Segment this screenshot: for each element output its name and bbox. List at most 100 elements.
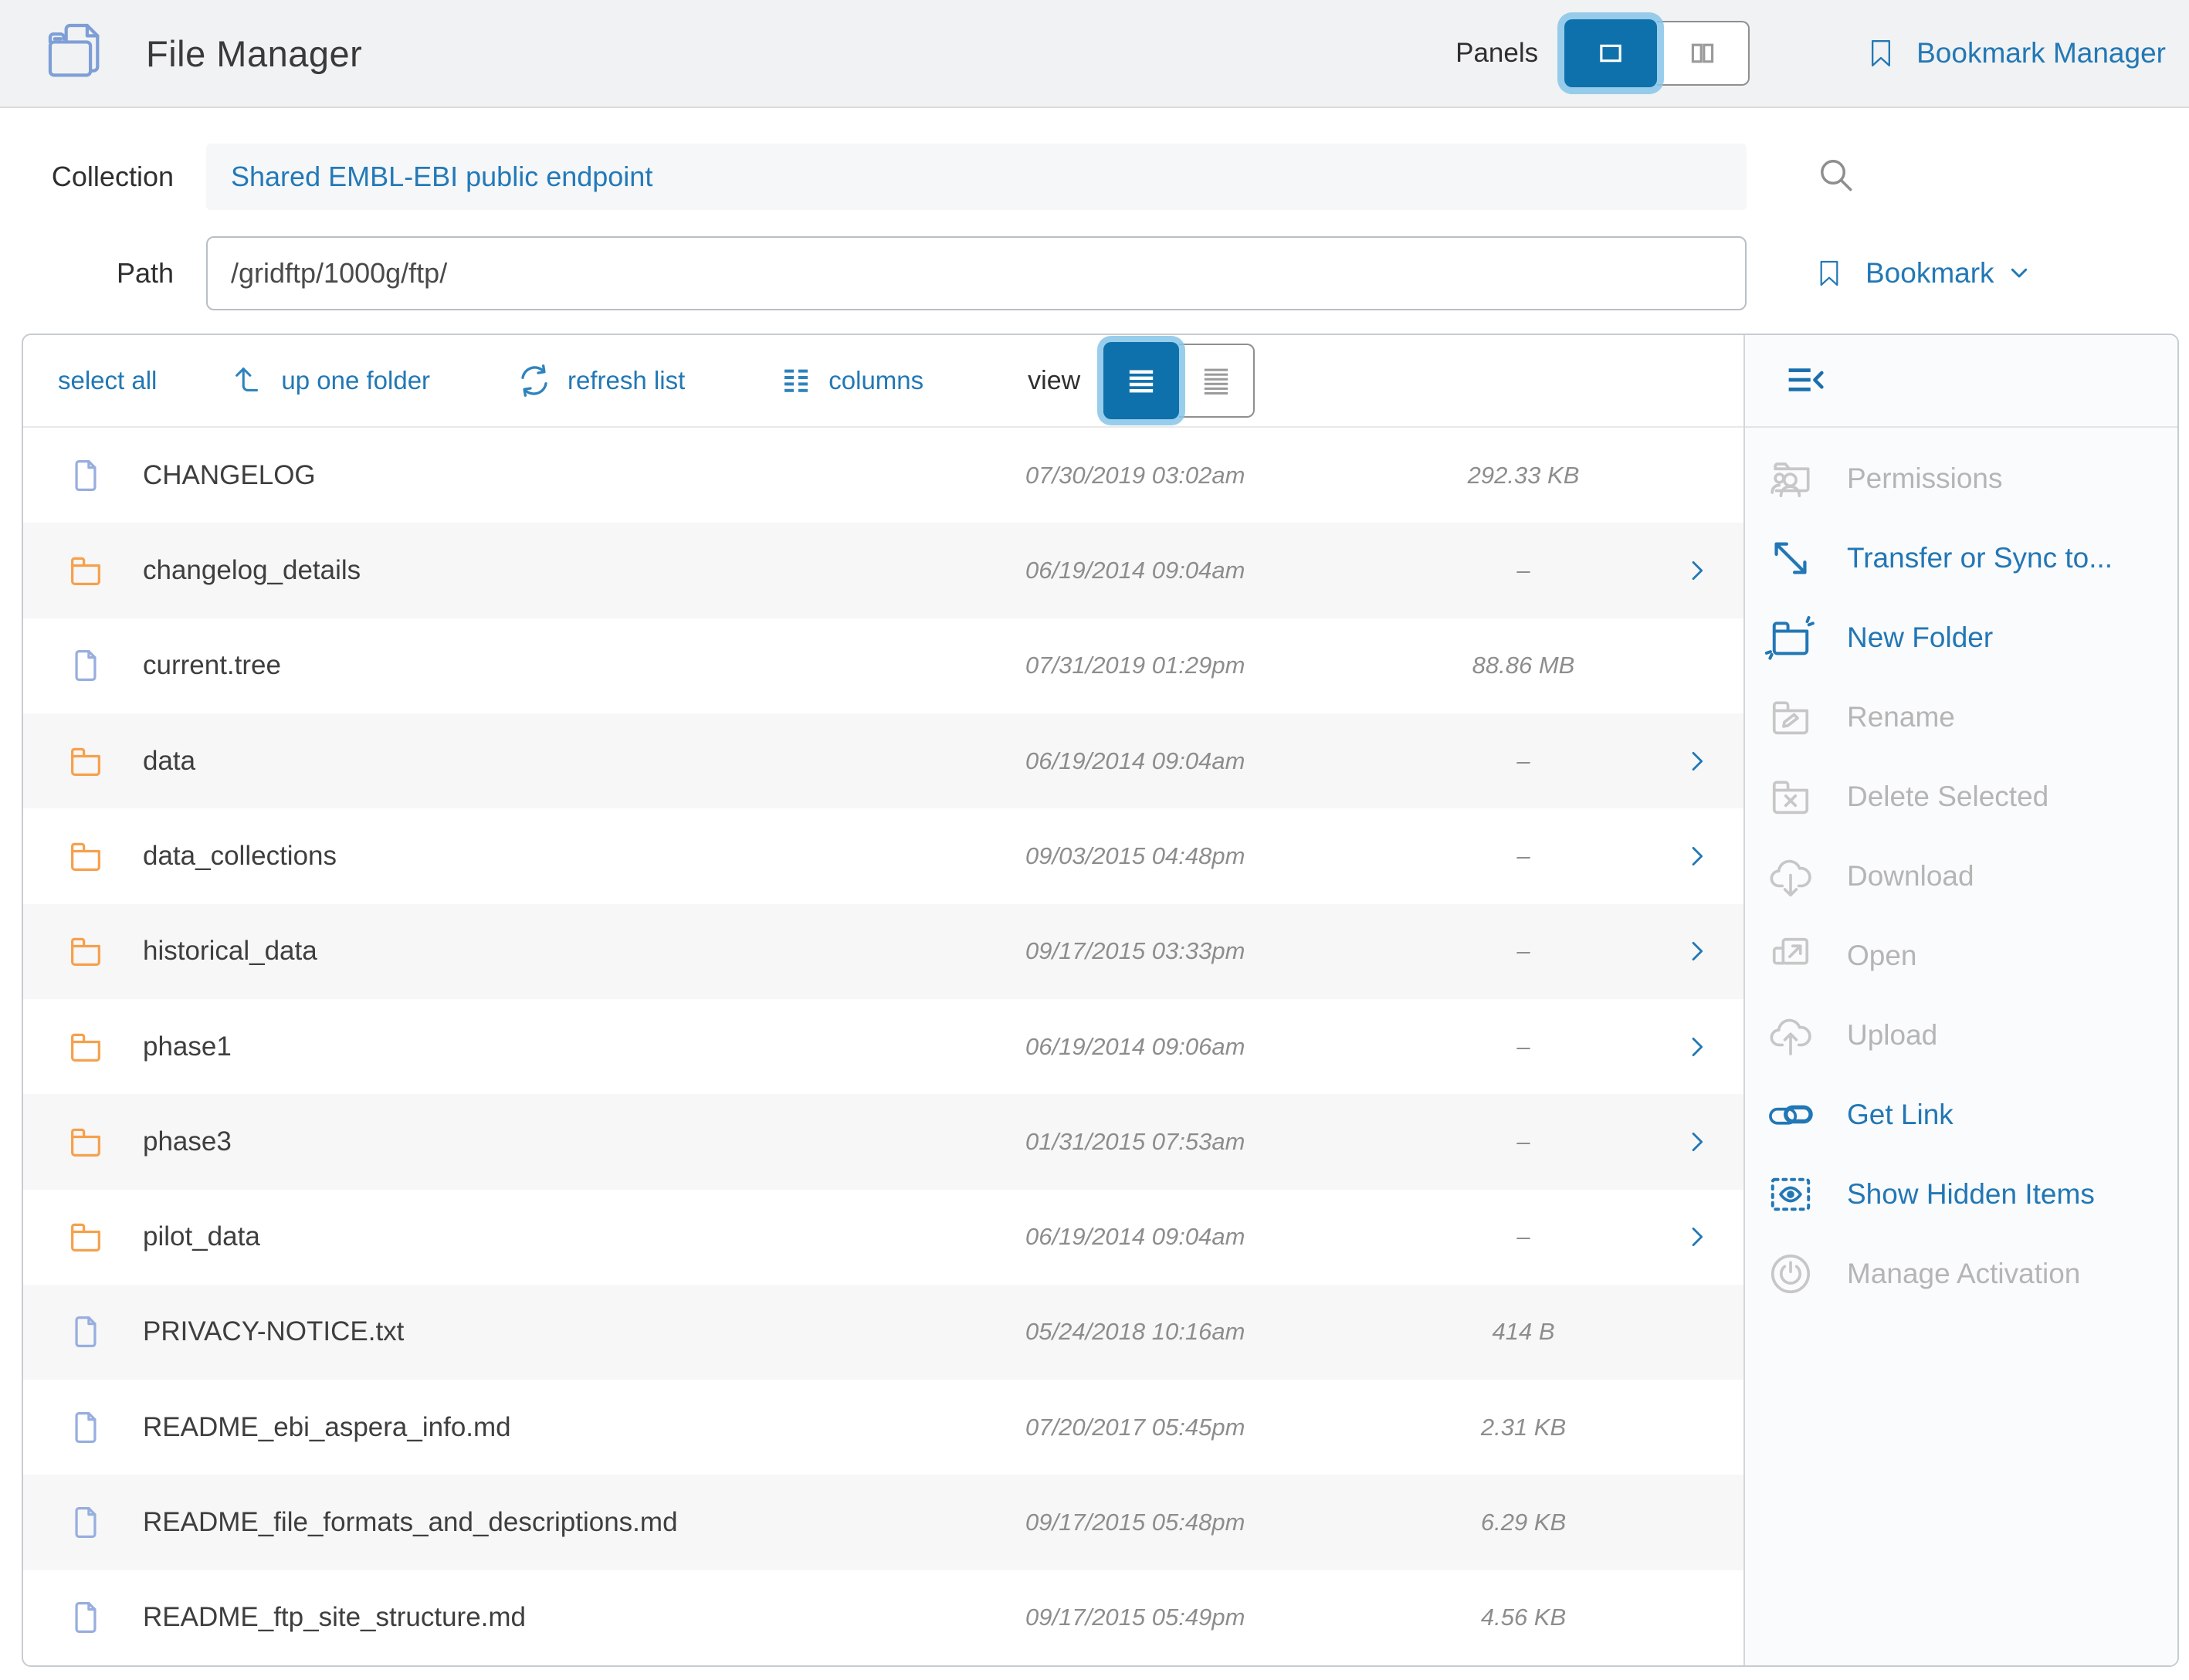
panels-single-button[interactable]: [1564, 19, 1657, 87]
file-row[interactable]: current.tree 07/31/2019 01:29pm 88.86 MB: [23, 618, 1743, 713]
up-one-folder-label: up one folder: [281, 366, 430, 395]
file-size: 292.33 KB: [1396, 462, 1651, 489]
folder-modified: 01/31/2015 07:53am: [1025, 1128, 1396, 1156]
folder-row[interactable]: pilot_data 06/19/2014 09:04am –: [23, 1190, 1743, 1285]
folder-size: –: [1396, 937, 1651, 965]
file-name: PRIVACY-NOTICE.txt: [143, 1316, 1025, 1347]
view-compact-button[interactable]: [1179, 344, 1255, 418]
folder-icon: [66, 550, 106, 591]
columns-icon: [778, 362, 815, 399]
open-folder-chevron[interactable]: [1651, 934, 1743, 968]
file-name: current.tree: [143, 650, 1025, 681]
folder-size: –: [1396, 1033, 1651, 1061]
columns-button[interactable]: columns: [778, 362, 923, 399]
file-rows: CHANGELOG 07/30/2019 03:02am 292.33 KB c…: [23, 428, 1743, 1665]
sidebar-item-label: New Folder: [1847, 622, 1993, 654]
sidebar-item-show-hidden-items[interactable]: Show Hidden Items: [1745, 1154, 2177, 1234]
select-all-button[interactable]: select all: [58, 366, 157, 395]
folder-icon: [66, 1027, 106, 1067]
sidebar-item-delete-selected: Delete Selected: [1745, 757, 2177, 836]
folder-row[interactable]: data 06/19/2014 09:04am –: [23, 713, 1743, 808]
folder-name: pilot_data: [143, 1221, 1025, 1252]
sidebar-item-label: Show Hidden Items: [1847, 1178, 2095, 1211]
folder-icon: [66, 836, 106, 876]
sidebar-item-label: Delete Selected: [1847, 781, 2048, 813]
app-header: File Manager Panels Bookmark Manager: [0, 0, 2189, 108]
refresh-icon: [515, 361, 554, 400]
folder-row[interactable]: changelog_details 06/19/2014 09:04am –: [23, 523, 1743, 618]
download-icon: [1764, 850, 1817, 903]
open-folder-chevron[interactable]: [1651, 744, 1743, 778]
sidebar-item-get-link[interactable]: Get Link: [1745, 1075, 2177, 1154]
bookmark-icon: [1815, 253, 1844, 293]
collection-field[interactable]: Shared EMBL-EBI public endpoint: [206, 144, 1747, 210]
sidebar-item-label: Get Link: [1847, 1099, 1953, 1131]
file-icon: [66, 1407, 106, 1448]
dual-panel-icon: [1682, 32, 1723, 74]
refresh-list-button[interactable]: refresh list: [515, 361, 685, 400]
sidebar-item-download: Download: [1745, 836, 2177, 916]
sidebar-item-label: Permissions: [1847, 462, 2003, 495]
folder-modified: 09/03/2015 04:48pm: [1025, 842, 1396, 870]
file-modified: 09/17/2015 05:48pm: [1025, 1509, 1396, 1536]
power-icon: [1764, 1248, 1817, 1300]
folder-row[interactable]: phase1 06/19/2014 09:06am –: [23, 999, 1743, 1094]
bookmark-manager-link[interactable]: Bookmark Manager: [1865, 33, 2166, 73]
bookmark-dropdown[interactable]: Bookmark: [1815, 253, 2031, 293]
rename-icon: [1764, 691, 1817, 743]
select-all-label: select all: [58, 366, 157, 395]
collapse-sidebar-button[interactable]: [1777, 360, 1833, 401]
up-one-folder-button[interactable]: up one folder: [230, 363, 430, 398]
folder-name: data_collections: [143, 841, 1025, 872]
open-folder-chevron[interactable]: [1651, 1125, 1743, 1159]
refresh-list-label: refresh list: [568, 366, 685, 395]
folder-row[interactable]: historical_data 09/17/2015 03:33pm –: [23, 904, 1743, 999]
file-icon: [66, 1312, 106, 1352]
sidebar-item-upload: Upload: [1745, 995, 2177, 1075]
file-size: 414 B: [1396, 1318, 1651, 1346]
folder-row[interactable]: data_collections 09/03/2015 04:48pm –: [23, 808, 1743, 903]
path-input[interactable]: [206, 236, 1747, 310]
open-folder-chevron[interactable]: [1651, 1030, 1743, 1064]
file-modified: 07/31/2019 01:29pm: [1025, 652, 1396, 679]
permissions-icon: [1764, 452, 1817, 505]
file-name: CHANGELOG: [143, 460, 1025, 491]
eye-icon: [1764, 1168, 1817, 1221]
file-row[interactable]: README_file_formats_and_descriptions.md …: [23, 1475, 1743, 1570]
folder-modified: 06/19/2014 09:06am: [1025, 1033, 1396, 1061]
file-modified: 05/24/2018 10:16am: [1025, 1318, 1396, 1346]
sidebar-header: [1745, 335, 2177, 428]
folder-modified: 06/19/2014 09:04am: [1025, 557, 1396, 584]
file-modified: 07/30/2019 03:02am: [1025, 462, 1396, 489]
sidebar-item-new-folder[interactable]: New Folder: [1745, 598, 2177, 677]
folder-size: –: [1396, 842, 1651, 870]
path-label: Path: [117, 257, 174, 290]
view-list-button[interactable]: [1103, 342, 1179, 419]
actions-sidebar: Permissions Transfer or Sync to... New F…: [1743, 335, 2177, 1665]
view-label: view: [1028, 366, 1080, 396]
sidebar-item-transfer-or-sync[interactable]: Transfer or Sync to...: [1745, 518, 2177, 598]
file-row[interactable]: README_ebi_aspera_info.md 07/20/2017 05:…: [23, 1380, 1743, 1475]
open-folder-chevron[interactable]: [1651, 839, 1743, 873]
file-list-panel: select all up one folder refresh list co…: [23, 335, 1743, 1665]
file-modified: 09/17/2015 05:49pm: [1025, 1604, 1396, 1631]
search-button[interactable]: [1815, 154, 1858, 201]
file-icon: [66, 456, 106, 496]
file-row[interactable]: PRIVACY-NOTICE.txt 05/24/2018 10:16am 41…: [23, 1285, 1743, 1380]
chevron-right-icon: [1684, 1220, 1710, 1254]
file-icon: [66, 1502, 106, 1543]
file-name: README_ebi_aspera_info.md: [143, 1412, 1025, 1443]
sidebar-item-label: Download: [1847, 860, 1974, 892]
sidebar-item-label: Transfer or Sync to...: [1847, 542, 2113, 574]
delete-icon: [1764, 771, 1817, 823]
file-size: 2.31 KB: [1396, 1414, 1651, 1441]
folder-row[interactable]: phase3 01/31/2015 07:53am –: [23, 1094, 1743, 1189]
file-row[interactable]: CHANGELOG 07/30/2019 03:02am 292.33 KB: [23, 428, 1743, 523]
file-row[interactable]: README_ftp_site_structure.md 09/17/2015 …: [23, 1570, 1743, 1665]
open-folder-chevron[interactable]: [1651, 1220, 1743, 1254]
chevron-down-icon: [2007, 261, 2031, 286]
panels-dual-button[interactable]: [1657, 21, 1750, 86]
up-one-folder-icon: [230, 363, 266, 398]
open-folder-chevron[interactable]: [1651, 554, 1743, 588]
bookmark-dropdown-label: Bookmark: [1865, 257, 1994, 290]
